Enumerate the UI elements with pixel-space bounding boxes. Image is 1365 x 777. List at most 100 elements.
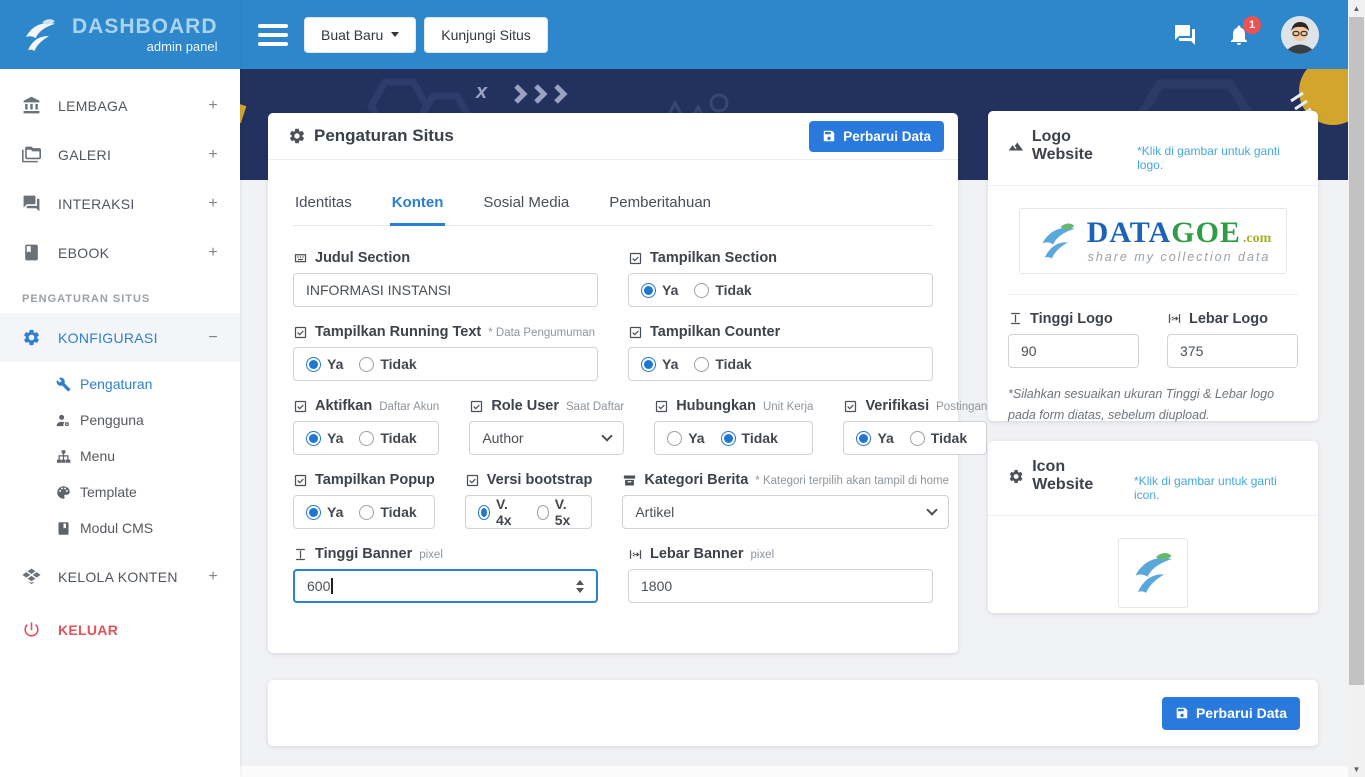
expand-plus-icon[interactable]: + xyxy=(208,244,218,262)
tab-pemberitahuan[interactable]: Pemberitahuan xyxy=(607,184,713,226)
radio-ya[interactable]: Ya xyxy=(667,430,704,446)
radio-selected-icon xyxy=(641,283,656,298)
icon-card-header: Icon Website *Klik di gambar untuk ganti… xyxy=(988,441,1318,516)
brand-subtitle: admin panel xyxy=(72,40,218,53)
field-tampilkan-section: Tampilkan Section Ya Tidak xyxy=(628,250,933,307)
sidebar-item-keluar[interactable]: KELUAR xyxy=(0,605,240,654)
site-logo-image[interactable]: DATAGOE.com share my collection data xyxy=(1019,208,1287,274)
field-lebar-banner: Lebar Bannerpixel xyxy=(628,546,933,603)
expand-plus-icon[interactable]: + xyxy=(208,195,218,213)
field-tampilkan-popup: Tampilkan Popup Ya Tidak xyxy=(293,472,435,529)
height-icon xyxy=(1008,311,1023,326)
radio-v4x[interactable]: V. 4x xyxy=(478,496,521,528)
radio-ya[interactable]: Ya xyxy=(856,430,893,446)
wrench-icon xyxy=(56,377,71,392)
sidebar-item-lembaga[interactable]: LEMBAGA + xyxy=(0,81,240,130)
user-avatar[interactable] xyxy=(1281,16,1319,54)
settings-card-title: Pengaturan Situs xyxy=(288,126,454,146)
hubungkan-radio-group: Ya Tidak xyxy=(654,421,813,455)
radio-ya[interactable]: Ya xyxy=(306,356,343,372)
radio-tidak[interactable]: Tidak xyxy=(359,430,416,446)
tab-konten[interactable]: Konten xyxy=(390,184,446,226)
collapse-minus-icon[interactable]: − xyxy=(208,329,218,347)
tab-identitas[interactable]: Identitas xyxy=(293,184,354,226)
lebar-banner-input[interactable] xyxy=(628,569,933,603)
checkbox-check-icon xyxy=(843,399,858,414)
radio-tidak[interactable]: Tidak xyxy=(694,356,751,372)
settings-tabs: Identitas Konten Sosial Media Pemberitah… xyxy=(293,184,933,226)
messages-icon[interactable] xyxy=(1173,23,1197,47)
vertical-scrollbar[interactable]: ▲ ▼ xyxy=(1348,0,1365,777)
radio-tidak[interactable]: Tidak xyxy=(721,430,778,446)
field-tampilkan-running-text: Tampilkan Running Text* Data Pengumuman … xyxy=(293,324,598,381)
sidebar-subitem-modul-cms[interactable]: Modul CMS xyxy=(0,510,240,546)
update-data-button-footer[interactable]: Perbarui Data xyxy=(1162,697,1300,730)
scroll-up-arrow-icon[interactable]: ▲ xyxy=(1348,0,1365,16)
expand-plus-icon[interactable]: + xyxy=(208,146,218,164)
logo-card-title: Logo Website xyxy=(1008,128,1129,164)
field-verifikasi: VerifikasiPostingan Ya Tidak xyxy=(843,398,987,455)
radio-tidak[interactable]: Tidak xyxy=(359,504,416,520)
role-user-select[interactable]: Author xyxy=(469,421,624,455)
topbar-actions: 1 xyxy=(1173,16,1349,54)
kategori-berita-select[interactable]: Artikel xyxy=(622,495,949,529)
tinggi-logo-input[interactable] xyxy=(1008,334,1139,368)
expand-plus-icon[interactable]: + xyxy=(208,97,218,115)
sidebar-subitem-pengguna[interactable]: Pengguna xyxy=(0,402,240,438)
tab-sosial-media[interactable]: Sosial Media xyxy=(481,184,571,226)
create-new-button[interactable]: Buat Baru xyxy=(304,17,416,53)
field-kategori-berita: Kategori Berita* Kategori terpilih akan … xyxy=(622,472,949,529)
update-data-button[interactable]: Perbarui Data xyxy=(809,121,944,152)
checkbox-check-icon xyxy=(628,325,643,340)
module-book-icon xyxy=(56,521,71,536)
menu-toggle-icon[interactable] xyxy=(258,24,288,46)
sidebar-item-kelola-konten[interactable]: KELOLA KONTEN + xyxy=(0,552,240,601)
chevron-down-icon xyxy=(926,504,937,515)
sidebar-subitem-pengaturan[interactable]: Pengaturan xyxy=(0,366,240,402)
tinggi-banner-input[interactable]: 600 xyxy=(293,569,598,603)
radio-selected-icon xyxy=(306,357,321,372)
radio-ya[interactable]: Ya xyxy=(641,356,678,372)
radio-selected-icon xyxy=(856,431,871,446)
settings-card: Pengaturan Situs Perbarui Data Identitas… xyxy=(268,113,958,653)
radio-tidak[interactable]: Tidak xyxy=(359,356,416,372)
lebar-logo-input[interactable] xyxy=(1167,334,1298,368)
gears-icon xyxy=(288,127,306,145)
sidebar-item-ebook[interactable]: EBOOK + xyxy=(0,228,240,277)
admin-panel: x Buat Baru xyxy=(0,0,1365,777)
radio-ya[interactable]: Ya xyxy=(306,430,343,446)
radio-v5x[interactable]: V. 5x xyxy=(537,496,580,528)
datagoe-bird-icon xyxy=(1035,219,1081,263)
notifications-icon[interactable]: 1 xyxy=(1227,23,1251,47)
sidebar-subitem-template[interactable]: Template xyxy=(0,474,240,510)
logo-card-hint: *Klik di gambar untuk ganti logo. xyxy=(1137,144,1298,172)
radio-tidak[interactable]: Tidak xyxy=(910,430,967,446)
palette-icon xyxy=(56,485,71,500)
sidebar-item-galeri[interactable]: GALERI + xyxy=(0,130,240,179)
scrollbar-thumb[interactable] xyxy=(1349,17,1364,685)
scroll-down-arrow-icon[interactable]: ▼ xyxy=(1348,761,1365,777)
chat-icon xyxy=(22,194,41,213)
field-versi-bootstrap: Versi bootstrap V. 4x V. 5x xyxy=(465,472,593,529)
radio-ya[interactable]: Ya xyxy=(641,282,678,298)
radio-tidak[interactable]: Tidak xyxy=(694,282,751,298)
gold-corner-decoration xyxy=(240,101,250,123)
radio-selected-icon xyxy=(306,505,321,520)
radio-unselected-icon xyxy=(667,431,682,446)
radio-ya[interactable]: Ya xyxy=(306,504,343,520)
sidebar-item-interaksi[interactable]: INTERAKSI + xyxy=(0,179,240,228)
bank-icon xyxy=(22,96,41,115)
site-icon-image[interactable] xyxy=(1118,538,1188,608)
visit-site-button[interactable]: Kunjungi Situs xyxy=(424,17,548,53)
archive-icon xyxy=(622,473,637,488)
radio-selected-icon xyxy=(721,431,736,446)
sidebar-section-header: PENGATURAN SITUS xyxy=(0,277,240,313)
sidebar-subitem-menu[interactable]: Menu xyxy=(0,438,240,474)
field-tinggi-banner: Tinggi Bannerpixel 600 xyxy=(293,546,598,603)
number-spinner[interactable] xyxy=(576,580,584,593)
checkbox-check-icon xyxy=(628,251,643,266)
radio-unselected-icon xyxy=(537,505,549,520)
expand-plus-icon[interactable]: + xyxy=(208,568,218,586)
judul-section-input[interactable] xyxy=(293,273,598,307)
sidebar-item-konfigurasi[interactable]: KONFIGURASI − xyxy=(0,313,240,362)
